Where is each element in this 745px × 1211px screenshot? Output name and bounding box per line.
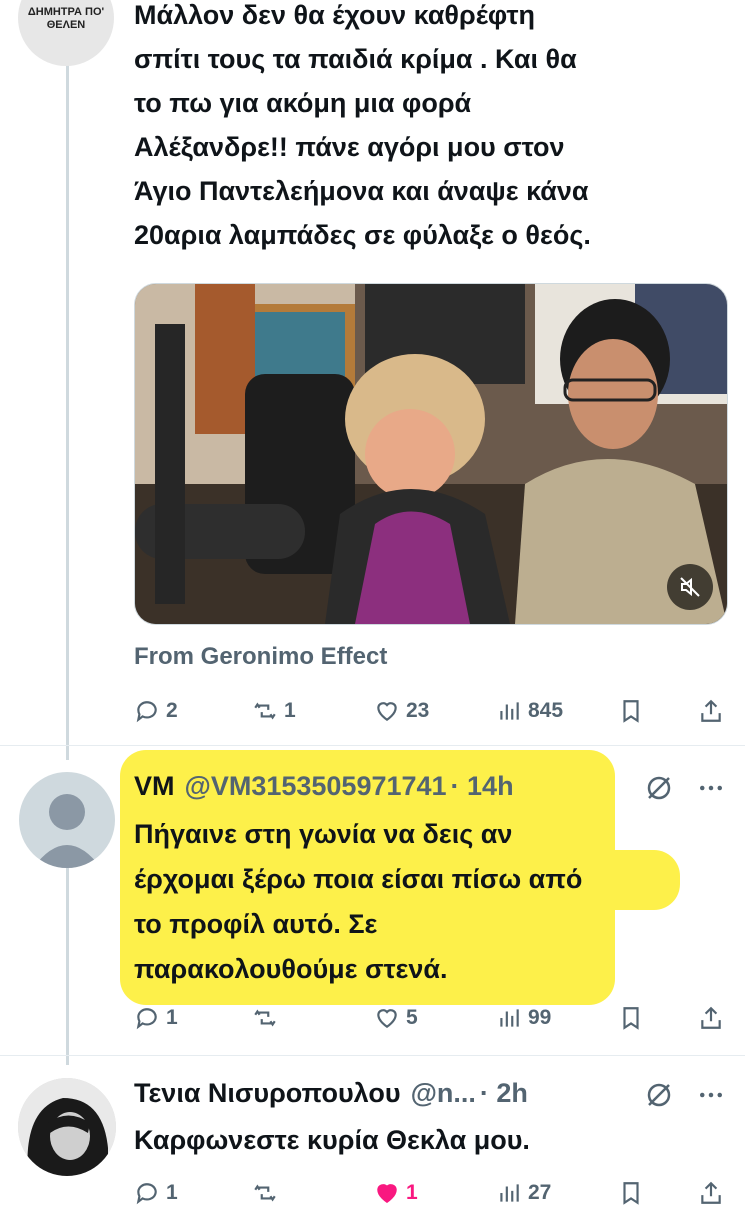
reply-icon	[136, 1183, 157, 1205]
avatar-shirt-print: ΔΗΜΗΤΡΑ ΠΟ' ΘΕΛΕΝ	[27, 6, 105, 31]
timestamp[interactable]: · 14h	[451, 771, 514, 802]
like-button[interactable]: 1	[374, 1180, 418, 1206]
reply-icon	[136, 1008, 157, 1030]
like-count: 1	[406, 1181, 418, 1204]
more-button[interactable]	[696, 1080, 726, 1115]
heart-icon	[377, 1184, 397, 1203]
reply-button[interactable]: 2	[134, 698, 178, 724]
more-icon	[700, 785, 722, 791]
share-button[interactable]	[698, 1005, 724, 1036]
divider	[0, 1055, 745, 1056]
reply-count: 1	[166, 1181, 178, 1204]
like-button[interactable]: 23	[374, 698, 429, 724]
bookmark-icon	[623, 1182, 639, 1205]
tweet-text: Καρφωνεστε κυρία Θεκλα μου.	[134, 1125, 530, 1155]
more-button[interactable]	[696, 773, 726, 808]
share-button[interactable]	[698, 698, 724, 729]
thread-line	[66, 845, 69, 1065]
reply-count: 1	[166, 1006, 178, 1029]
share-icon	[701, 1006, 721, 1029]
video-frame	[135, 284, 727, 624]
views-button[interactable]: 845	[496, 698, 563, 724]
bookmark-icon	[623, 700, 639, 723]
tweet-text: Πήγαινε στη γωνία να δεις αν έρχομαι ξέρ…	[134, 819, 583, 984]
default-avatar-icon	[33, 794, 101, 868]
views-button[interactable]: 99	[496, 1005, 551, 1031]
display-name[interactable]: Τενια Νισυροπουλου	[134, 1078, 401, 1109]
reply-button[interactable]: 1	[134, 1180, 178, 1206]
views-icon	[500, 1184, 519, 1202]
video-player[interactable]	[134, 283, 728, 625]
views-count: 27	[528, 1181, 552, 1204]
share-icon	[701, 1181, 721, 1204]
views-icon	[500, 1009, 519, 1027]
reply-count: 2	[166, 699, 178, 722]
hidden-reply-button[interactable]	[644, 773, 674, 808]
views-count: 845	[528, 699, 564, 722]
views-icon	[500, 702, 519, 720]
like-count: 5	[406, 1006, 418, 1029]
avatar[interactable]: ΔΗΜΗΤΡΑ ΠΟ' ΘΕΛΕΝ	[18, 0, 114, 66]
timestamp[interactable]: · 2h	[480, 1078, 528, 1109]
share-icon	[701, 699, 721, 722]
tweet-text: Μάλλον δεν θα έχουν καθρέφτη σπίτι τους …	[134, 0, 591, 250]
retweet-icon	[254, 702, 276, 720]
reply-icon	[136, 701, 157, 723]
retweet-icon	[254, 1009, 276, 1027]
views-count: 99	[528, 1006, 552, 1029]
retweet-icon	[254, 1184, 276, 1202]
hidden-reply-icon	[647, 776, 671, 800]
hidden-reply-button[interactable]	[644, 1080, 674, 1115]
views-button[interactable]: 27	[496, 1180, 551, 1206]
tweet-header: Τενια Νισυροπουλου @n... · 2h	[134, 1078, 528, 1109]
retweet-button[interactable]	[252, 1180, 278, 1206]
more-icon	[700, 1092, 722, 1098]
profile-photo	[18, 1078, 116, 1176]
retweet-button[interactable]	[252, 1005, 278, 1031]
hidden-reply-icon	[647, 1083, 671, 1107]
share-button[interactable]	[698, 1180, 724, 1211]
display-name[interactable]: VM	[134, 771, 175, 802]
tweet-header: VM @VM3153505971741 · 14h	[134, 771, 514, 802]
like-count: 23	[406, 699, 430, 722]
reply-button[interactable]: 1	[134, 1005, 178, 1031]
retweet-button[interactable]: 1	[252, 698, 296, 724]
heart-icon	[377, 702, 397, 721]
divider	[0, 745, 745, 746]
bookmark-button[interactable]	[618, 1005, 644, 1036]
bookmark-button[interactable]	[618, 1180, 644, 1211]
avatar[interactable]	[18, 1078, 116, 1176]
user-handle[interactable]: @n...	[411, 1078, 476, 1109]
media-source[interactable]: From Geronimo Effect	[134, 643, 387, 671]
bookmark-icon	[623, 1007, 639, 1030]
speaker-muted-icon	[680, 577, 700, 597]
avatar[interactable]	[19, 772, 115, 868]
user-handle[interactable]: @VM3153505971741	[185, 771, 447, 802]
heart-icon	[377, 1009, 397, 1028]
mute-button[interactable]	[667, 564, 713, 610]
retweet-count: 1	[284, 699, 296, 722]
bookmark-button[interactable]	[618, 698, 644, 729]
thread-line	[66, 60, 69, 760]
like-button[interactable]: 5	[374, 1005, 418, 1031]
